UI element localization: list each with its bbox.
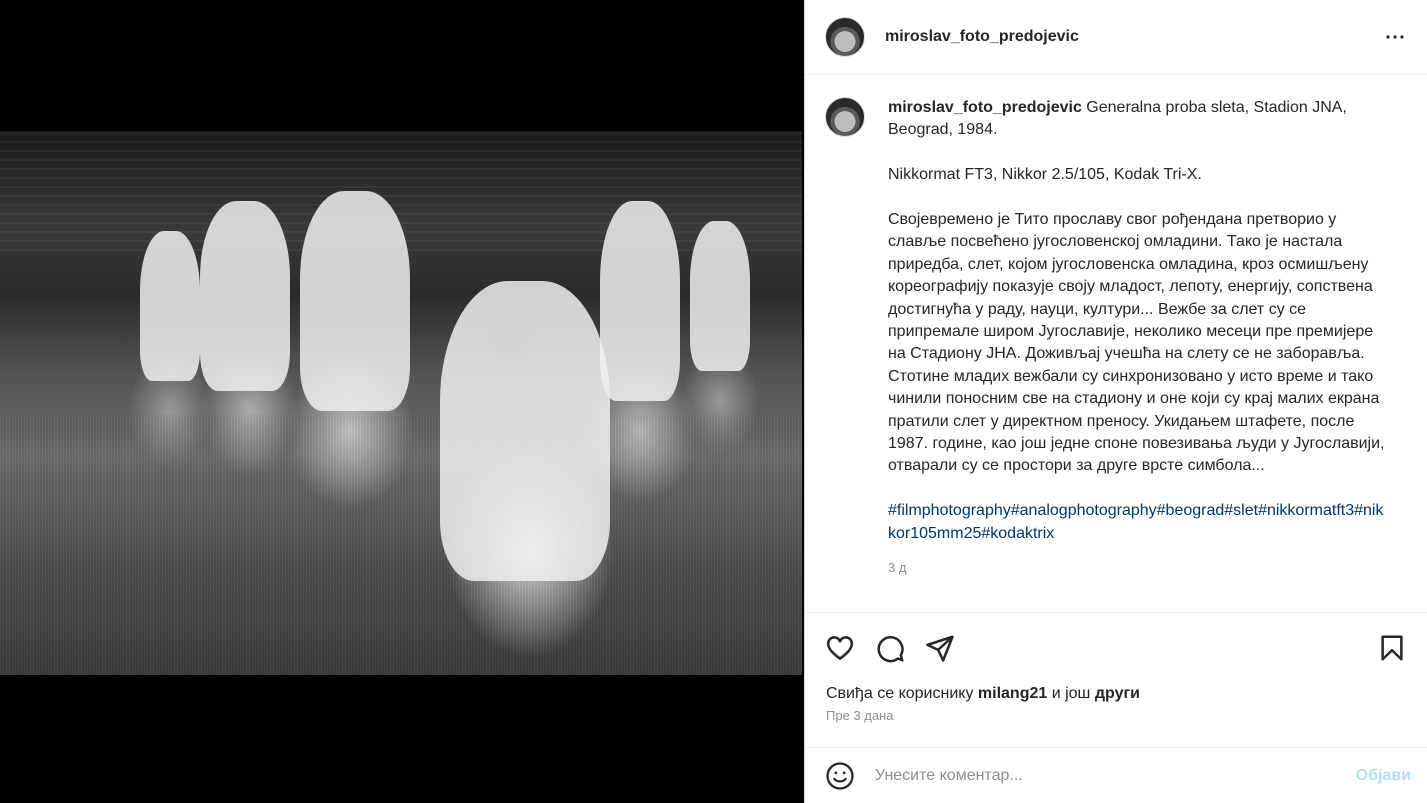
caption-hashtags[interactable]: #filmphotography#analogphotography#beogr… [888, 500, 1388, 545]
likes-prefix: Свиђа се кориснику [826, 685, 974, 702]
caption-line-2: Nikkormat FT3, Nikkor 2.5/105, Kodak Tri… [888, 166, 1202, 184]
caption: miroslav_foto_predojevic Generalna proba… [825, 97, 1407, 580]
caption-username[interactable]: miroslav_foto_predojevic [888, 99, 1082, 116]
paper-plane-icon[interactable] [925, 633, 955, 663]
emoji-icon[interactable] [825, 761, 855, 791]
photo-figure [140, 231, 200, 381]
post-header: miroslav_foto_predojevic [805, 0, 1427, 75]
photo-figure [600, 201, 680, 401]
caption-age[interactable]: 3 д [888, 557, 1388, 579]
post-photo[interactable] [0, 131, 802, 675]
post-timestamp[interactable]: Пре 3 дана [805, 703, 1427, 723]
comment-bar: Објави [805, 747, 1427, 803]
photo-figure [200, 201, 290, 391]
photo-grass [0, 415, 802, 675]
heart-icon[interactable] [825, 633, 855, 663]
comment-icon[interactable] [875, 633, 905, 663]
more-options-button[interactable] [1383, 25, 1407, 49]
liked-by-user[interactable]: milang21 [978, 685, 1047, 702]
likes-summary: Свиђа се кориснику milang21 и још други [805, 665, 1427, 703]
bookmark-icon[interactable] [1377, 633, 1407, 663]
photo-figure [690, 221, 750, 371]
likes-middle: и још [1051, 685, 1091, 702]
comment-input[interactable] [875, 766, 1356, 785]
actions-area: Свиђа се кориснику milang21 и још други … [805, 612, 1427, 723]
avatar[interactable] [825, 97, 865, 137]
liked-by-others[interactable]: други [1095, 685, 1140, 702]
post-comment-button[interactable]: Објави [1356, 767, 1411, 785]
photo-pane [0, 0, 804, 803]
caption-line-3: Својевремено је Тито прославу свог рођен… [888, 211, 1385, 475]
caption-first-paragraph: miroslav_foto_predojevic Generalna proba… [888, 97, 1388, 142]
photo-figure [300, 191, 410, 411]
post-sidebar: miroslav_foto_predojevic miroslav_foto_p… [804, 0, 1427, 803]
caption-body: miroslav_foto_predojevic Generalna proba… [888, 97, 1388, 580]
more-horizontal-icon [1386, 35, 1404, 39]
comments-section: miroslav_foto_predojevic Generalna proba… [805, 75, 1427, 612]
avatar[interactable] [825, 17, 865, 57]
action-bar [805, 613, 1427, 665]
author-username[interactable]: miroslav_foto_predojevic [885, 28, 1079, 46]
photo-figure [440, 281, 610, 581]
